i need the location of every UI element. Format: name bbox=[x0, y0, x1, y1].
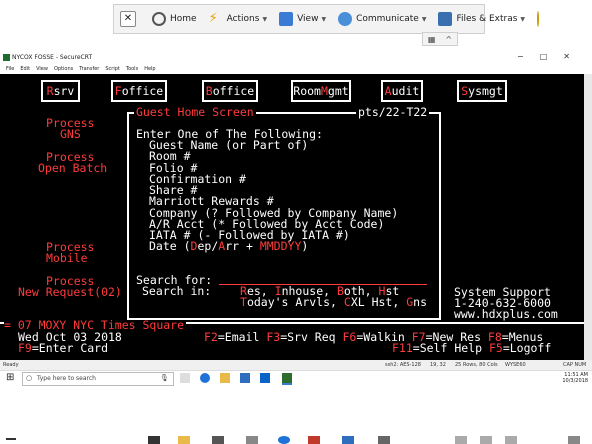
function-keys-row2[interactable]: F11=Self Help F5=Logoff bbox=[392, 342, 551, 354]
view-menu[interactable]: View ▼ bbox=[279, 12, 326, 26]
people-icon bbox=[338, 12, 353, 26]
tray-icon-2 bbox=[480, 436, 492, 444]
audit-button[interactable]: Audit bbox=[381, 80, 423, 102]
start-edge-icon bbox=[6, 438, 16, 440]
chevron-down-icon: ▼ bbox=[321, 15, 327, 23]
terminal-scrollbar[interactable] bbox=[584, 74, 592, 360]
collapse-icon: ^ bbox=[445, 34, 453, 44]
disconnect-icon: ✕ bbox=[120, 11, 136, 27]
status-bar: Ready ssh2: AES-128 19, 32 25 Rows, 80 C… bbox=[0, 360, 592, 370]
support-url: www.hdxplus.com bbox=[454, 307, 558, 321]
status-ready: Ready bbox=[3, 362, 19, 368]
tray-icon-3 bbox=[505, 436, 517, 444]
menu-options[interactable]: Options bbox=[54, 66, 73, 72]
open-batch-line2[interactable]: Open Batch bbox=[38, 162, 107, 174]
mail-icon[interactable] bbox=[260, 373, 270, 383]
disconnect-button[interactable]: ✕ bbox=[120, 11, 140, 27]
lightning-icon: ⚡ bbox=[208, 11, 218, 26]
chevron-down-icon: ▼ bbox=[262, 15, 268, 23]
actions-menu[interactable]: ⚡ Actions ▼ bbox=[209, 12, 268, 26]
status-size: 25 Rows, 80 Cols bbox=[455, 362, 498, 368]
communicate-menu[interactable]: Communicate ▼ bbox=[338, 12, 426, 26]
menu-transfer[interactable]: Transfer bbox=[79, 66, 99, 72]
terminal-screen[interactable]: Rsrv Foffice Boffice RoomMgmt Audit Sysm… bbox=[0, 74, 584, 360]
taskbar-icon-5 bbox=[278, 436, 290, 444]
file-explorer-icon[interactable] bbox=[220, 373, 230, 383]
taskbar-icon-8 bbox=[378, 436, 390, 444]
status-cursor: 19, 32 bbox=[430, 362, 446, 368]
search-in-label: Search in: bbox=[142, 284, 212, 298]
remote-toolbar: ✕ Home ⚡ Actions ▼ View ▼ Communicate ▼ Fil… bbox=[0, 0, 592, 48]
taskbar: ⊞ ○ Type here to search 🎙 11:51 AM 10/3/… bbox=[0, 370, 592, 386]
chevron-down-icon: ▼ bbox=[520, 15, 526, 23]
new-request-line2[interactable]: New Request(02) bbox=[18, 286, 122, 298]
search-icon: ○ bbox=[26, 374, 33, 382]
tray-icon-1 bbox=[455, 436, 467, 444]
toolbar-pin-tab[interactable]: ▦ ^ bbox=[422, 32, 458, 46]
boffice-button[interactable]: Boffice bbox=[202, 80, 258, 102]
process-mobile-line2[interactable]: Mobile bbox=[46, 252, 88, 264]
status-term: WYSE60 bbox=[505, 362, 526, 368]
status-connection: ssh2: AES-128 bbox=[385, 362, 421, 368]
home-button[interactable]: Home bbox=[152, 12, 197, 26]
menu-help[interactable]: Help bbox=[144, 66, 155, 72]
taskbar-icon-2 bbox=[178, 436, 190, 444]
chevron-down-icon: ▼ bbox=[421, 15, 427, 23]
sysmgt-button[interactable]: Sysmgt bbox=[457, 80, 507, 102]
lower-desktop-strip bbox=[0, 420, 592, 444]
taskbar-icon-4 bbox=[246, 436, 258, 444]
grid-icon: ▦ bbox=[427, 34, 436, 44]
microphone-icon[interactable]: 🎙 bbox=[160, 374, 169, 382]
foffice-button[interactable]: Foffice bbox=[111, 80, 167, 102]
windows-start-icon[interactable]: ⊞ bbox=[6, 372, 14, 383]
window-controls[interactable]: −□✕ bbox=[517, 52, 586, 61]
search-in-options-2[interactable]: Today's Arvls, CXL Hst, Gns bbox=[240, 296, 427, 308]
files-extras-menu[interactable]: Files & Extras ▼ bbox=[438, 12, 525, 26]
home-label: Home bbox=[170, 14, 197, 24]
process-gns-line2[interactable]: GNS bbox=[60, 128, 81, 140]
rsrv-button[interactable]: Rsrv bbox=[41, 80, 80, 102]
clock-date: 10/3/2018 bbox=[562, 378, 588, 384]
feedback-smiley-icon[interactable] bbox=[537, 11, 540, 27]
actions-label: Actions bbox=[226, 14, 260, 24]
window-titlebar: NYCOX FOSSE - SecureCRT −□✕ bbox=[0, 52, 592, 64]
store-icon[interactable] bbox=[240, 373, 250, 383]
monitor-icon bbox=[279, 12, 294, 26]
menu-view[interactable]: View bbox=[36, 66, 48, 72]
search-placeholder: Type here to search bbox=[37, 375, 96, 382]
menu-file[interactable]: File bbox=[6, 66, 14, 72]
system-clock[interactable]: 11:51 AM 10/3/2018 bbox=[562, 372, 588, 384]
securecrt-app-icon bbox=[3, 54, 10, 61]
panel-title: Guest Home Screen bbox=[134, 105, 256, 119]
menu-tools[interactable]: Tools bbox=[126, 66, 138, 72]
toolbar-strip: ✕ Home ⚡ Actions ▼ View ▼ Communicate ▼ Fil… bbox=[113, 4, 540, 34]
terminal-id: pts/22-T22 bbox=[356, 105, 430, 119]
files-label: Files & Extras bbox=[456, 14, 518, 24]
home-icon bbox=[152, 12, 166, 26]
view-label: View bbox=[297, 14, 319, 24]
files-icon bbox=[438, 12, 453, 26]
menu-bar: File Edit View Options Transfer Script T… bbox=[0, 64, 592, 74]
menu-edit[interactable]: Edit bbox=[20, 66, 30, 72]
f9-enter-card[interactable]: F9=Enter Card bbox=[18, 342, 108, 354]
roommgt-button[interactable]: RoomMgmt bbox=[291, 80, 351, 102]
taskbar-icon-3 bbox=[212, 436, 224, 444]
taskbar-search-input[interactable]: ○ Type here to search 🎙 bbox=[22, 372, 174, 386]
task-view-icon[interactable] bbox=[180, 373, 190, 383]
taskbar-icon-1 bbox=[148, 436, 160, 444]
securecrt-taskbar-icon[interactable] bbox=[282, 373, 292, 385]
communicate-label: Communicate bbox=[356, 14, 419, 24]
window-title: NYCOX FOSSE - SecureCRT bbox=[12, 54, 93, 61]
edge-icon[interactable] bbox=[200, 373, 210, 383]
status-caps: CAP NUM bbox=[563, 362, 587, 368]
tray-icon-4 bbox=[568, 436, 580, 444]
option-date: Date (Dep/Arr + MMDDYY) bbox=[149, 239, 309, 253]
taskbar-icon-7 bbox=[342, 436, 354, 444]
taskbar-icon-6 bbox=[308, 436, 320, 444]
menu-script[interactable]: Script bbox=[105, 66, 120, 72]
